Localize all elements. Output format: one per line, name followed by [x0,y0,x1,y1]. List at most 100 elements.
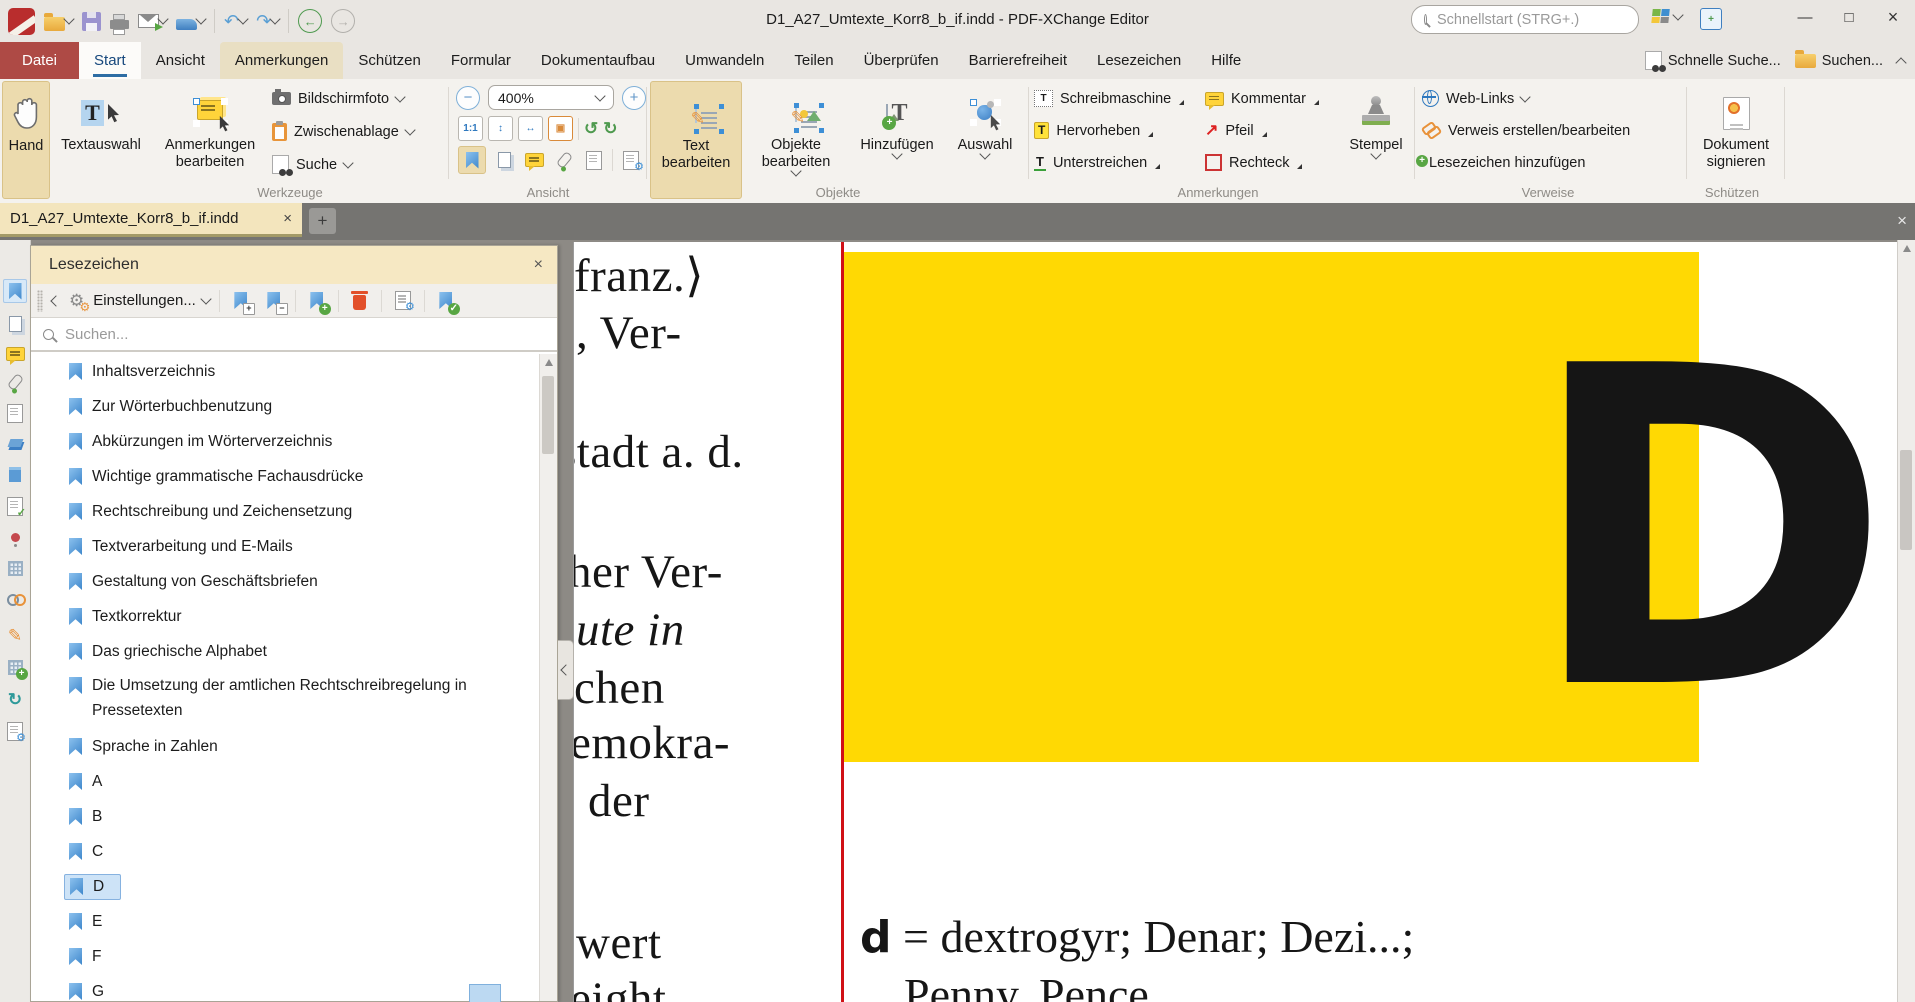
close-button[interactable]: × [1871,2,1915,32]
bookmark-item[interactable]: A [31,764,540,799]
history-pane-icon[interactable]: ↻ [3,687,27,711]
tab-ansicht[interactable]: Ansicht [141,42,220,79]
scrollbar-thumb[interactable] [542,376,554,454]
create-link-button[interactable]: Verweis erstellen/bearbeiten [1422,117,1630,144]
tab-lesezeichen[interactable]: Lesezeichen [1082,42,1196,79]
comment-button[interactable]: Kommentar [1205,85,1319,112]
comments-pane-toggle[interactable] [522,148,546,172]
fullscreen-button[interactable]: + [1700,8,1722,30]
bookmark-item[interactable]: F [31,939,540,974]
rectangle-button[interactable]: Rechteck [1205,149,1319,176]
web-links-button[interactable]: Web-Links [1422,85,1630,112]
typewriter-button[interactable]: T Schreibmaschine [1034,85,1184,112]
bookmark-item[interactable]: Gestaltung von Geschäftsbriefen [31,564,540,599]
open-button[interactable] [44,12,73,31]
select-objects-button[interactable]: Auswahl [946,81,1024,199]
form-fields-pane-icon[interactable] [3,401,27,425]
thumbnails-pane-toggle[interactable] [492,148,516,172]
destinations-pane-icon[interactable] [3,525,27,549]
expand-all-bookmarks-button[interactable]: + [229,289,253,313]
edit-objects-button[interactable]: ✎ Objekte bearbeiten [746,81,846,199]
tab-hilfe[interactable]: Hilfe [1196,42,1256,79]
bookmark-item[interactable]: Das griechische Alphabet [31,634,540,669]
bookmark-properties-button[interactable]: ⚙ [391,289,415,313]
bookmarks-settings-button[interactable]: Einstellungen... [93,292,210,309]
export-pane-toggle[interactable] [582,148,606,172]
tab-teilen[interactable]: Teilen [779,42,848,79]
bookmark-item[interactable]: Textkorrektur [31,599,540,634]
redo-button[interactable]: ↷ [256,12,279,30]
fit-page-button[interactable]: ↕ [488,116,513,141]
content-pane-icon[interactable] [3,462,27,486]
quick-search-button[interactable]: Schnelle Suche... [1645,51,1781,70]
tables-pane-icon[interactable] [3,556,27,580]
comments-pane-icon[interactable] [3,342,27,366]
bookmarks-pane-icon[interactable] [3,279,27,303]
search-button[interactable]: Suchen... [1795,53,1883,69]
stamp-button[interactable]: Stempel [1342,81,1410,199]
apply-bookmark-view-button[interactable]: ✓ [434,289,458,313]
tab-barrierefreiheit[interactable]: Barrierefreiheit [954,42,1082,79]
tab-formular[interactable]: Formular [436,42,526,79]
bookmark-item[interactable]: Rechtschreibung und Zeichensetzung [31,494,540,529]
edit-text-button[interactable]: ✎ Text bearbeiten [650,81,742,199]
add-bookmark-button[interactable]: + Lesezeichen hinzufügen [1422,149,1630,176]
bookmark-item[interactable]: Die Umsetzung der amtlichen Rechtschreib… [31,669,540,729]
bookmark-item[interactable]: Textverarbeitung und E-Mails [31,529,540,564]
annotations-pane-icon[interactable]: ✎ [3,623,27,647]
undo-button[interactable]: ↶ [224,12,247,30]
text-select-tool-button[interactable]: T Textauswahl [54,81,148,199]
maximize-button[interactable]: □ [1827,2,1871,32]
collapse-all-bookmarks-button[interactable]: − [262,289,286,313]
delete-bookmark-button[interactable] [348,289,372,313]
bookmark-item[interactable]: Inhaltsverzeichnis [31,354,540,389]
bookmark-item[interactable]: C [31,834,540,869]
add-objects-button[interactable]: + T Hinzufügen [850,81,944,199]
fit-width-button[interactable]: ↔ [518,116,543,141]
tab-start[interactable]: Start [79,42,141,79]
back-button[interactable]: ← [298,9,322,33]
panel-collapse-handle[interactable] [558,640,574,700]
document-tab[interactable]: D1_A27_Umtexte_Korr8_b_if.indd × [0,203,302,237]
stamps-palette-pane-icon[interactable]: + [3,655,27,679]
panel-close-icon[interactable]: × [534,256,543,274]
rotate-right-button[interactable]: ↻ [603,120,617,137]
scan-button[interactable] [176,13,205,30]
layers-pane-icon[interactable] [3,431,27,455]
tab-datei[interactable]: Datei [0,42,79,79]
zoom-in-button[interactable]: + [622,86,646,110]
bookmark-item[interactable]: B [31,799,540,834]
scrollbar-thumb[interactable] [1900,450,1912,550]
screenshot-button[interactable]: Bildschirmfoto [272,85,414,112]
sign-document-button[interactable]: Dokument signieren [1692,81,1780,199]
tab-close-icon[interactable]: × [283,210,292,227]
tab-dokumentaufbau[interactable]: Dokumentaufbau [526,42,670,79]
links-pane-icon[interactable] [3,587,27,611]
ui-options-button[interactable] [1652,9,1682,24]
bookmarks-pane-toggle[interactable] [458,146,486,174]
fit-visible-button[interactable]: ▣ [548,116,573,141]
tabbar-close-icon[interactable]: × [1897,211,1907,231]
attachments-pane-toggle[interactable] [552,148,576,172]
bookmark-item[interactable]: Abkürzungen im Wörterverzeichnis [31,424,540,459]
collapse-ribbon-icon[interactable] [1895,57,1906,68]
panel-grip[interactable] [37,290,43,312]
actual-size-button[interactable]: 1:1 [458,116,483,141]
minimize-button[interactable]: — [1783,2,1827,32]
forward-button[interactable]: → [331,9,355,33]
bookmark-item[interactable]: Wichtige grammatische Fachausdrücke [31,459,540,494]
quickstart-input[interactable] [1435,11,1626,29]
new-tab-button[interactable]: + [309,208,336,234]
bookmark-item[interactable]: E [31,904,540,939]
bookmarks-search-input[interactable] [63,325,545,344]
bookmark-item[interactable]: Sprache in Zahlen [31,729,540,764]
zoom-out-button[interactable]: − [456,86,480,110]
zoom-level-select[interactable]: 400% [488,85,614,110]
view-options-button[interactable]: ⚙ [619,148,643,172]
app-logo-icon[interactable] [8,8,35,35]
attachments-pane-icon[interactable] [3,370,27,394]
arrow-button[interactable]: ↗ Pfeil [1205,117,1319,144]
thumbnails-pane-icon[interactable] [3,312,27,336]
tab-umwandeln[interactable]: Umwandeln [670,42,779,79]
bookmarks-search[interactable] [31,318,557,352]
